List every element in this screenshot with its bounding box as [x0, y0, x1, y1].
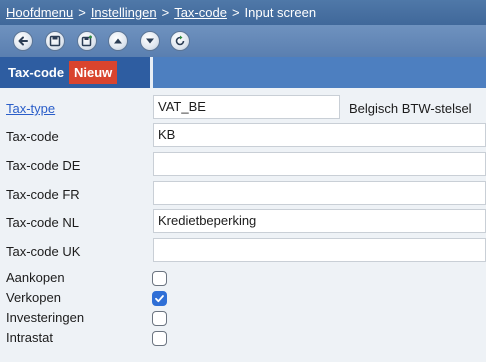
- breadcrumb-separator: >: [231, 5, 240, 20]
- tax-code-nl-field[interactable]: Kredietbeperking: [153, 209, 486, 233]
- tax-code-uk-field[interactable]: [153, 238, 486, 262]
- tab-divider: [150, 57, 153, 88]
- breadcrumb: Hoofdmenu > Instellingen > Tax-code > Input sc…: [0, 0, 486, 25]
- tax-type-description: Belgisch BTW-stelsel: [349, 101, 472, 116]
- refresh-icon: [175, 35, 185, 46]
- tax-type-link[interactable]: Tax-type: [6, 101, 55, 116]
- save-button[interactable]: [45, 31, 65, 51]
- tab-bar: Tax-code Nieuw: [0, 57, 486, 88]
- move-down-button[interactable]: [140, 31, 160, 51]
- tax-code-field[interactable]: KB: [153, 123, 486, 147]
- intrastat-checkbox[interactable]: [152, 331, 167, 346]
- up-icon: [114, 38, 122, 44]
- save-new-icon: [81, 35, 92, 47]
- save-new-button[interactable]: [77, 31, 97, 51]
- tax-type-field[interactable]: VAT_BE: [153, 95, 340, 119]
- aankopen-label: Aankopen: [6, 270, 65, 285]
- breadcrumb-hoofdmenu[interactable]: Hoofdmenu: [6, 5, 73, 20]
- back-button[interactable]: [13, 31, 33, 51]
- tax-code-label: Tax-code: [6, 129, 59, 144]
- tax-code-de-field[interactable]: [153, 152, 486, 176]
- tab-title-label: Tax-code: [8, 65, 65, 80]
- intrastat-label: Intrastat: [6, 330, 53, 345]
- breadcrumb-separator: >: [161, 5, 170, 20]
- toolbar: [0, 25, 486, 57]
- breadcrumb-instellingen[interactable]: Instellingen: [91, 5, 157, 20]
- checkmark-icon: [155, 295, 164, 303]
- verkopen-checkbox[interactable]: [152, 291, 167, 306]
- breadcrumb-tax-code[interactable]: Tax-code: [174, 5, 227, 20]
- breadcrumb-separator: >: [78, 5, 86, 20]
- aankopen-checkbox[interactable]: [152, 271, 167, 286]
- save-icon: [49, 35, 61, 47]
- move-up-button[interactable]: [108, 31, 128, 51]
- tax-code-fr-field[interactable]: [153, 181, 486, 205]
- back-icon: [18, 36, 28, 46]
- tax-code-fr-label: Tax-code FR: [6, 187, 80, 202]
- refresh-button[interactable]: [170, 31, 190, 51]
- breadcrumb-current: Input screen: [244, 5, 317, 20]
- verkopen-label: Verkopen: [6, 290, 61, 305]
- investeringen-label: Investeringen: [6, 310, 85, 325]
- status-badge: Nieuw: [69, 61, 118, 84]
- form: Tax-type VAT_BE Belgisch BTW-stelsel Tax…: [0, 88, 486, 362]
- tax-code-nl-label: Tax-code NL: [6, 215, 79, 230]
- tax-code-de-label: Tax-code DE: [6, 158, 81, 173]
- tax-code-uk-label: Tax-code UK: [6, 244, 81, 259]
- investeringen-checkbox[interactable]: [152, 311, 167, 326]
- down-icon: [146, 38, 154, 44]
- tax-type-label: Tax-type: [6, 101, 55, 116]
